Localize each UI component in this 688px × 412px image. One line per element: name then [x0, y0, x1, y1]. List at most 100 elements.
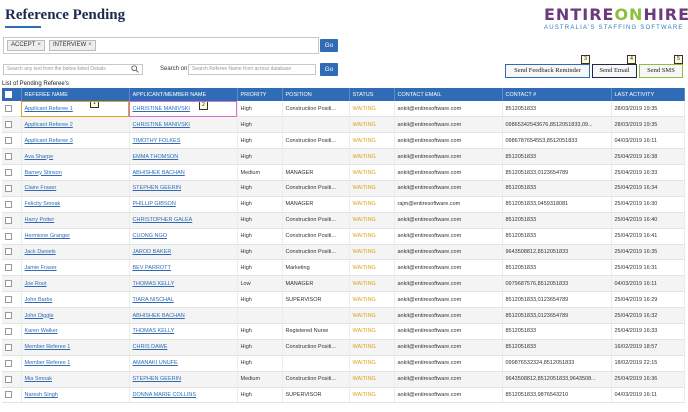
table-row[interactable]: Applicant Referee 1 CHRISTINE MANIVSKI Hig… [2, 101, 685, 118]
row-checkbox[interactable] [2, 275, 22, 293]
cell-referee-name[interactable]: Harry Potter [21, 212, 130, 229]
row-checkbox[interactable] [2, 228, 22, 245]
table-row[interactable]: Naresh Singh DONNA MARIE COLLINS High SUPER… [2, 387, 685, 404]
cell-applicant-name[interactable]: CUONG NGO [129, 228, 238, 245]
filter-chip-interview[interactable]: INTERVIEW × [49, 40, 96, 51]
cell-applicant-name[interactable]: CHRIS DAWE [129, 339, 238, 356]
cell-referee-name[interactable]: Member Referee 1 [21, 339, 130, 356]
status-filter-input[interactable]: ACCEPT × INTERVIEW × [3, 37, 319, 54]
cell-referee-name[interactable]: Applicant Referee 3 [21, 132, 130, 150]
table-row[interactable]: Ava Sharpe EMMA THOMSON High WAITING ankit@e… [2, 148, 685, 166]
cell-applicant-name[interactable]: ABHISHEK BACHAN [129, 307, 238, 324]
select-all-checkbox[interactable] [2, 88, 22, 101]
row-checkbox[interactable] [2, 132, 22, 150]
cell-referee-name[interactable]: Mia Smoak [21, 371, 130, 388]
cell-referee-name[interactable]: Member Referee 1 [21, 355, 130, 372]
column-header-contact-number[interactable]: CONTACT # [502, 88, 612, 101]
cell-applicant-name[interactable]: EMMA THOMSON [129, 148, 238, 166]
row-checkbox[interactable] [2, 387, 22, 404]
row-checkbox[interactable] [2, 164, 22, 181]
row-checkbox[interactable] [2, 307, 22, 324]
table-row[interactable]: Joe Root THOMAS KELLY Low MANAGER WAITING ank… [2, 275, 685, 293]
table-row[interactable]: Karen Walker THOMAS KELLY High Registered N… [2, 323, 685, 340]
row-checkbox[interactable] [2, 116, 22, 134]
table-row[interactable]: Hermione Granger CUONG NGO High Constructio… [2, 228, 685, 245]
table-row[interactable]: Felicity Smoak PHILLIP GIBSON High MANAGER W… [2, 196, 685, 213]
search-input[interactable]: Search any text from the below listed De… [3, 64, 143, 75]
filter-go-button[interactable]: Go [320, 39, 338, 52]
search-go-button[interactable]: Go [320, 63, 338, 76]
cell-applicant-name[interactable]: THOMAS KELLY [129, 275, 238, 293]
cell-referee-name[interactable]: Ava Sharpe [21, 148, 130, 166]
cell-referee-name[interactable]: Felicity Smoak [21, 196, 130, 213]
row-checkbox[interactable] [2, 244, 22, 261]
cell-applicant-name[interactable]: THOMAS KELLY [129, 323, 238, 340]
cell-referee-name[interactable]: Jack Daniels [21, 244, 130, 261]
cell-referee-name[interactable]: John Diggle [21, 307, 130, 324]
cell-referee-name[interactable]: Barney Stinson [21, 164, 130, 181]
cell-status: WAITING [349, 132, 395, 150]
table-row[interactable]: John Barbs TIARA NISCHAL High SUPERVISOR WAI… [2, 291, 685, 309]
table-row[interactable]: Member Referee 1 AMANAKI UNUFE High WAITING… [2, 355, 685, 372]
search-icon[interactable] [131, 65, 139, 73]
cell-applicant-name[interactable]: STEPHEN GEERIN [129, 371, 238, 388]
cell-applicant-name[interactable]: PHILLIP GIBSON [129, 196, 238, 213]
cell-applicant-name[interactable]: CHRISTOPHER GALEA [129, 212, 238, 229]
table-row[interactable]: Harry Potter CHRISTOPHER GALEA High Constru… [2, 212, 685, 229]
cell-referee-name[interactable]: John Barbs [21, 291, 130, 309]
cell-applicant-name[interactable]: BEV PARROTT [129, 259, 238, 277]
column-header-contact-email[interactable]: CONTACT EMAIL [394, 88, 503, 101]
table-row[interactable]: Barney Stinson ABHISHEK BACHAN Medium MANAG… [2, 164, 685, 181]
table-row[interactable]: Jack Daniels JAROD BAKER High Construction … [2, 244, 685, 261]
table-row[interactable]: Mia Smoak STEPHEN GEERIN Medium Constructio… [2, 371, 685, 388]
cell-applicant-name[interactable]: TIARA NISCHAL [129, 291, 238, 309]
send-sms-button[interactable]: Send SMS [639, 64, 683, 78]
row-checkbox[interactable] [2, 101, 22, 118]
column-header-status[interactable]: STATUS [349, 88, 395, 101]
column-header-referee-name[interactable]: REFEREE NAME [21, 88, 130, 101]
cell-applicant-name[interactable]: CHRISTINE MANIVSKI [129, 101, 238, 118]
column-header-position[interactable]: POSITION [282, 88, 350, 101]
cell-applicant-name[interactable]: ABHISHEK BACHAN [129, 164, 238, 181]
remove-chip-icon[interactable]: × [88, 42, 92, 48]
cell-referee-name[interactable]: Applicant Referee 2 [21, 116, 130, 134]
cell-applicant-name[interactable]: CHRISTINE MANIVSKI [129, 116, 238, 134]
cell-referee-name[interactable]: Jamie Fraser [21, 259, 130, 277]
row-checkbox[interactable] [2, 355, 22, 372]
cell-applicant-name[interactable]: TIMOTHY FOLKES [129, 132, 238, 150]
table-row[interactable]: Jamie Fraser BEV PARROTT High Marketing WAIT… [2, 259, 685, 277]
remove-chip-icon[interactable]: × [37, 42, 41, 48]
row-checkbox[interactable] [2, 180, 22, 197]
referee-search-input[interactable]: Search Referee Name from across database [188, 64, 316, 75]
cell-referee-name[interactable]: Karen Walker [21, 323, 130, 340]
table-row[interactable]: Applicant Referee 2 CHRISTINE MANIVSKI Hig… [2, 116, 685, 134]
send-email-button[interactable]: Send Email [592, 64, 637, 78]
cell-referee-name[interactable]: Naresh Singh [21, 387, 130, 404]
cell-referee-name[interactable]: Hermione Granger [21, 228, 130, 245]
row-checkbox[interactable] [2, 291, 22, 309]
table-row[interactable]: John Diggle ABHISHEK BACHAN WAITING ankit@e… [2, 307, 685, 324]
table-row[interactable]: Member Referee 1 CHRIS DAWE High Constructi… [2, 339, 685, 356]
row-checkbox[interactable] [2, 339, 22, 356]
cell-applicant-name[interactable]: AMANAKI UNUFE [129, 355, 238, 372]
table-row[interactable]: Applicant Referee 3 TIMOTHY FOLKES High Con… [2, 132, 685, 150]
cell-applicant-name[interactable]: STEPHEN GEERIN [129, 180, 238, 197]
table-row[interactable]: Claire Fraser STEPHEN GEERIN High Construct… [2, 180, 685, 197]
row-checkbox[interactable] [2, 148, 22, 166]
filter-chip-accept[interactable]: ACCEPT × [7, 40, 45, 51]
send-feedback-reminder-button[interactable]: Send Feedback Reminder [505, 64, 590, 78]
column-header-last-activity[interactable]: LAST ACTIVITY [611, 88, 685, 101]
cell-referee-name[interactable]: Applicant Referee 1 [21, 101, 130, 118]
cell-applicant-name[interactable]: DONNA MARIE COLLINS [129, 387, 238, 404]
logo-tagline: AUSTRALIA'S STAFFING SOFTWARE [544, 25, 684, 31]
cell-referee-name[interactable]: Joe Root [21, 275, 130, 293]
column-header-priority[interactable]: PRIORITY [237, 88, 283, 101]
column-header-applicant-name[interactable]: APPLICANT/MEMBER NAME [129, 88, 238, 101]
row-checkbox[interactable] [2, 212, 22, 229]
row-checkbox[interactable] [2, 323, 22, 340]
cell-referee-name[interactable]: Claire Fraser [21, 180, 130, 197]
row-checkbox[interactable] [2, 259, 22, 277]
cell-applicant-name[interactable]: JAROD BAKER [129, 244, 238, 261]
row-checkbox[interactable] [2, 371, 22, 388]
row-checkbox[interactable] [2, 196, 22, 213]
